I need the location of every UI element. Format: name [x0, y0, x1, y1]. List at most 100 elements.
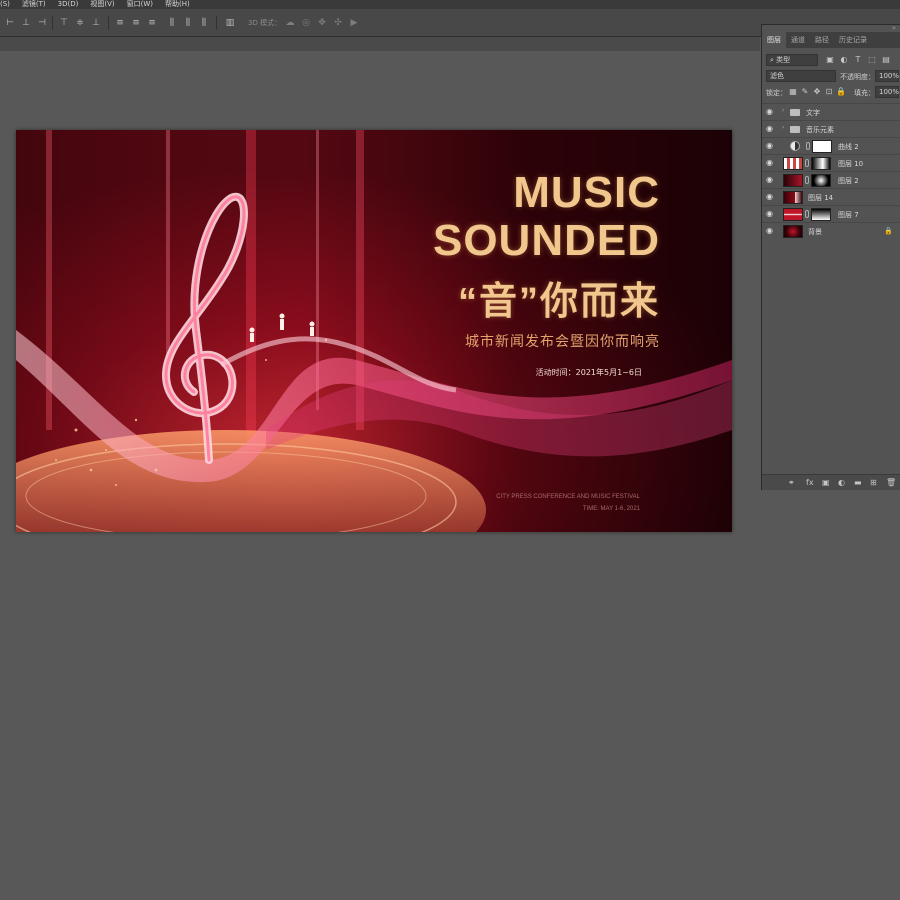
fx-icon[interactable]: fx: [806, 478, 814, 487]
layer-name: 图层 10: [838, 160, 864, 168]
document-tab-bar: [0, 37, 760, 51]
visibility-eye-icon[interactable]: ◉: [766, 108, 776, 116]
layer-name: 曲线 2: [838, 143, 859, 151]
layer-name: 图层 7: [838, 211, 859, 219]
filter-label: 类型: [776, 56, 791, 64]
menu-item-select[interactable]: (S): [0, 0, 10, 9]
poster-en-line2: TIME: MAY 1-6, 2021: [582, 506, 640, 512]
layer-row[interactable]: ◉ 图层 7: [762, 205, 900, 222]
tab-channels[interactable]: 通道: [786, 32, 810, 48]
link-chain-icon[interactable]: [805, 210, 809, 218]
folder-icon[interactable]: ▬: [854, 478, 862, 487]
lock-artboard-icon[interactable]: ⊡: [824, 87, 834, 97]
blend-mode-select[interactable]: 滤色: [766, 70, 836, 82]
layer-filter-select[interactable]: ⌕ 类型: [766, 54, 818, 66]
link-chain-icon[interactable]: [805, 159, 809, 167]
align-vcenter-icon[interactable]: ≑: [74, 17, 86, 29]
lock-position-icon[interactable]: ✥: [812, 87, 822, 97]
visibility-eye-icon[interactable]: ◉: [766, 159, 776, 167]
more-options-icon[interactable]: ▥: [224, 17, 236, 29]
tab-layers[interactable]: 图层: [762, 32, 786, 48]
menu-item-window[interactable]: 窗口(W): [127, 0, 153, 9]
visibility-eye-icon[interactable]: ◉: [766, 125, 776, 133]
distribute-hcenter-icon[interactable]: ≡: [130, 17, 142, 29]
distribute-bottom-icon[interactable]: ⫼: [198, 17, 210, 29]
layer-name: 音乐元素: [806, 126, 834, 134]
menu-item-view[interactable]: 视图(V): [90, 0, 114, 9]
filter-adjustment-icon[interactable]: ◐: [839, 55, 849, 65]
menu-item-filter[interactable]: 滤镜(T): [22, 0, 46, 9]
expand-arrow-icon[interactable]: ›: [782, 107, 784, 114]
poster-subtitle: 城市新闻发布会暨因你而响亮: [465, 334, 660, 350]
align-hcenter-icon[interactable]: ⊥: [20, 17, 32, 29]
fill-input[interactable]: 100%: [875, 86, 899, 98]
layer-row[interactable]: ◉ 图层 14: [762, 188, 900, 205]
align-right-icon[interactable]: ⊣: [36, 17, 48, 29]
layer-row[interactable]: ◉ › 音乐元素: [762, 120, 900, 137]
layer-thumbnail[interactable]: [783, 174, 803, 187]
layer-mask-thumbnail[interactable]: [812, 140, 832, 153]
distribute-top-icon[interactable]: ⫼: [166, 17, 178, 29]
link-chain-icon[interactable]: [805, 176, 809, 184]
lock-transparency-icon[interactable]: ▦: [788, 87, 798, 97]
layer-thumbnail[interactable]: [783, 191, 803, 204]
layer-mask-thumbnail[interactable]: [811, 157, 831, 170]
lock-all-icon[interactable]: 🔒: [836, 87, 846, 97]
lock-icon[interactable]: 🔒: [884, 227, 893, 235]
distribute-right-icon[interactable]: ≡: [146, 17, 158, 29]
layer-row[interactable]: ◉ › 文字: [762, 103, 900, 120]
distribute-left-icon[interactable]: ≡: [114, 17, 126, 29]
layer-row[interactable]: ◉ 曲线 2: [762, 137, 900, 154]
3d-scale-icon[interactable]: ▶: [348, 17, 360, 29]
layer-row[interactable]: ◉ 图层 2: [762, 171, 900, 188]
poster-title-line3: “音”你而来: [457, 281, 660, 323]
tab-paths[interactable]: 路径: [810, 32, 834, 48]
layer-thumbnail[interactable]: [783, 225, 803, 238]
filter-smart-icon[interactable]: ▤: [881, 55, 891, 65]
visibility-eye-icon[interactable]: ◉: [766, 193, 776, 201]
filter-type-icon[interactable]: T: [853, 55, 863, 65]
layer-row[interactable]: ◉ 图层 10: [762, 154, 900, 171]
visibility-eye-icon[interactable]: ◉: [766, 210, 776, 218]
tab-history[interactable]: 历史记录: [834, 32, 872, 48]
poster-date: 活动时间：2021年5月1~6日: [535, 368, 642, 377]
layer-mask-thumbnail[interactable]: [811, 174, 831, 187]
link-icon[interactable]: ⚭: [788, 478, 795, 487]
trash-icon[interactable]: 🗑: [886, 478, 896, 487]
visibility-eye-icon[interactable]: ◉: [766, 227, 776, 235]
mask-icon[interactable]: ▣: [822, 478, 830, 487]
layers-panel-footer: ⚭ fx ▣ ◐ ▬ ⊞ 🗑: [762, 474, 900, 490]
layer-name: 图层 2: [838, 177, 859, 185]
align-top-icon[interactable]: ⊤: [58, 17, 70, 29]
3d-pan-icon[interactable]: ✥: [316, 17, 328, 29]
3d-roll-icon[interactable]: ◎: [300, 17, 312, 29]
collapse-panel-icon[interactable]: »: [892, 24, 896, 32]
document-canvas[interactable]: MUSIC SOUNDED “音”你而来 城市新闻发布会暨因你而响亮 活动时间：…: [16, 130, 732, 532]
layer-thumbnail[interactable]: [783, 157, 803, 170]
align-left-icon[interactable]: ⊢: [4, 17, 16, 29]
opacity-input[interactable]: 100%: [875, 70, 899, 82]
filter-shape-icon[interactable]: ⬚: [867, 55, 877, 65]
visibility-eye-icon[interactable]: ◉: [766, 176, 776, 184]
layer-name: 图层 14: [808, 194, 834, 202]
new-layer-icon[interactable]: ⊞: [870, 478, 877, 487]
lock-image-icon[interactable]: ✎: [800, 87, 810, 97]
layer-name: 背景: [808, 228, 822, 236]
visibility-eye-icon[interactable]: ◉: [766, 142, 776, 150]
divider: [52, 16, 53, 30]
expand-arrow-icon[interactable]: ›: [782, 124, 784, 131]
blend-row: 滤色 不透明度： 100%: [762, 69, 900, 85]
3d-slide-icon[interactable]: ✣: [332, 17, 344, 29]
menu-item-3d[interactable]: 3D(D): [58, 0, 79, 9]
3d-orbit-icon[interactable]: ☁: [284, 17, 296, 29]
menu-bar: (S) 滤镜(T) 3D(D) 视图(V) 窗口(W) 帮助(H): [0, 0, 900, 9]
filter-pixel-icon[interactable]: ▣: [825, 55, 835, 65]
link-chain-icon[interactable]: [806, 142, 810, 150]
distribute-vcenter-icon[interactable]: ⫼: [182, 17, 194, 29]
menu-item-help[interactable]: 帮助(H): [165, 0, 190, 9]
layer-row[interactable]: ◉ 背景 🔒: [762, 222, 900, 239]
adjustment-icon[interactable]: ◐: [838, 478, 845, 487]
layer-mask-thumbnail[interactable]: [811, 208, 831, 221]
layer-thumbnail[interactable]: [783, 208, 803, 221]
align-bottom-icon[interactable]: ⊥: [90, 17, 102, 29]
